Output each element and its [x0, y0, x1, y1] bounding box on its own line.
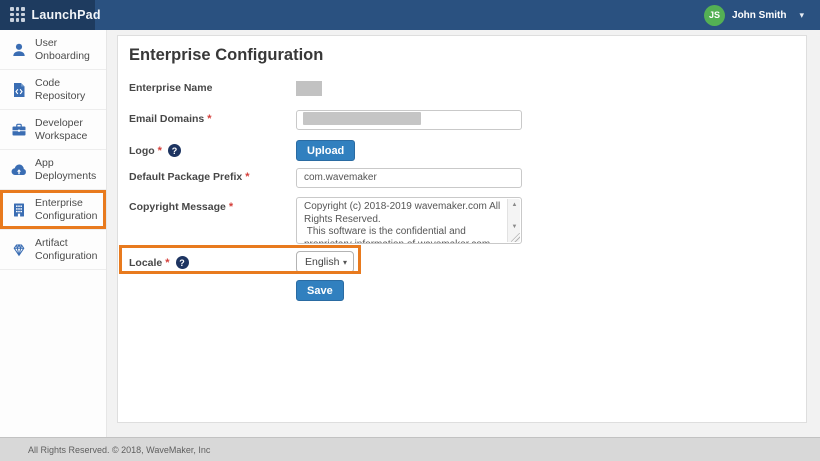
sidebar-item-enterprise-configuration[interactable]: Enterprise Configuration	[0, 190, 106, 230]
sidebar-item-code-repository[interactable]: Code Repository	[0, 70, 106, 110]
user-name: John Smith	[732, 10, 786, 21]
enterprise-configuration-card: Enterprise Configuration Enterprise Name…	[117, 35, 807, 423]
email-domains-input-wrap	[296, 109, 522, 129]
sidebar-item-label: App Deployments	[35, 157, 103, 183]
locale-row: Locale* ? English ▾	[129, 251, 354, 273]
copyright-message-label: Copyright Message*	[129, 201, 296, 213]
email-domains-row: Email Domains*	[129, 109, 522, 129]
user-icon	[10, 41, 27, 58]
building-icon	[10, 201, 27, 218]
sidebar-item-label: Artifact Configuration	[35, 237, 103, 263]
brand-title: LaunchPad	[32, 8, 101, 22]
default-package-prefix-row: Default Package Prefix*	[129, 167, 522, 187]
locale-label: Locale* ?	[129, 256, 296, 269]
required-asterisk: *	[158, 145, 162, 157]
cloud-upload-icon	[10, 161, 27, 178]
default-package-prefix-input-wrap	[296, 167, 522, 187]
email-domains-input[interactable]	[296, 110, 522, 130]
code-file-icon	[10, 81, 27, 98]
copyright-message-textarea-wrap: Copyright (c) 2018-2019 wavemaker.com Al…	[296, 197, 522, 244]
footer: All Rights Reserved. © 2018, WaveMaker, …	[0, 437, 820, 461]
logo-label: Logo* ?	[129, 144, 296, 157]
required-asterisk: *	[245, 171, 249, 183]
save-row: Save	[296, 280, 344, 301]
sidebar: User Onboarding Code Repository Develope…	[0, 30, 107, 437]
sidebar-item-label: User Onboarding	[35, 37, 103, 63]
email-domains-label: Email Domains*	[129, 113, 296, 125]
brand-area: LaunchPad	[0, 0, 95, 30]
sidebar-item-app-deployments[interactable]: App Deployments	[0, 150, 106, 190]
apps-grid-icon[interactable]	[10, 7, 25, 23]
required-asterisk: *	[229, 201, 233, 213]
chevron-down-icon: ▾	[343, 258, 347, 267]
body-row: User Onboarding Code Repository Develope…	[0, 30, 820, 437]
sidebar-item-label: Developer Workspace	[35, 117, 103, 143]
locale-selected-value: English	[305, 256, 339, 268]
enterprise-name-label: Enterprise Name	[129, 82, 296, 94]
default-package-prefix-label: Default Package Prefix*	[129, 171, 296, 183]
copyright-message-row: Copyright Message* Copyright (c) 2018-20…	[129, 197, 522, 244]
locale-select[interactable]: English ▾	[296, 251, 354, 273]
help-icon[interactable]: ?	[168, 144, 181, 157]
required-asterisk: *	[165, 257, 169, 269]
user-menu[interactable]: JS John Smith ▾	[704, 0, 820, 30]
copyright-message-textarea[interactable]: Copyright (c) 2018-2019 wavemaker.com Al…	[297, 198, 521, 243]
save-button[interactable]: Save	[296, 280, 344, 301]
default-package-prefix-input[interactable]	[296, 168, 522, 188]
diamond-icon	[10, 241, 27, 258]
briefcase-icon	[10, 121, 27, 138]
help-icon[interactable]: ?	[176, 256, 189, 269]
page-title: Enterprise Configuration	[129, 46, 323, 65]
enterprise-name-row: Enterprise Name	[129, 81, 322, 96]
scroll-up-icon[interactable]: ▲	[508, 199, 521, 210]
main-area: Enterprise Configuration Enterprise Name…	[107, 30, 820, 437]
sidebar-item-artifact-configuration[interactable]: Artifact Configuration	[0, 230, 106, 270]
upload-button[interactable]: Upload	[296, 140, 355, 161]
footer-copyright-text: All Rights Reserved. © 2018, WaveMaker, …	[28, 445, 210, 455]
header-spacer	[95, 0, 704, 30]
sidebar-item-label: Code Repository	[35, 77, 103, 103]
logo-row: Logo* ? Upload	[129, 140, 355, 161]
sidebar-item-developer-workspace[interactable]: Developer Workspace	[0, 110, 106, 150]
scroll-down-icon[interactable]: ▼	[508, 221, 521, 232]
sidebar-item-user-onboarding[interactable]: User Onboarding	[0, 30, 106, 70]
top-header: LaunchPad JS John Smith ▾	[0, 0, 820, 30]
user-avatar[interactable]: JS	[704, 5, 725, 26]
resize-grip-icon[interactable]	[511, 233, 520, 242]
chevron-down-icon[interactable]: ▾	[799, 10, 804, 21]
enterprise-name-value-redacted	[296, 81, 322, 96]
required-asterisk: *	[207, 113, 211, 125]
launchpad-app: LaunchPad JS John Smith ▾ User Onboardin…	[0, 0, 820, 461]
sidebar-item-label: Enterprise Configuration	[35, 197, 103, 223]
